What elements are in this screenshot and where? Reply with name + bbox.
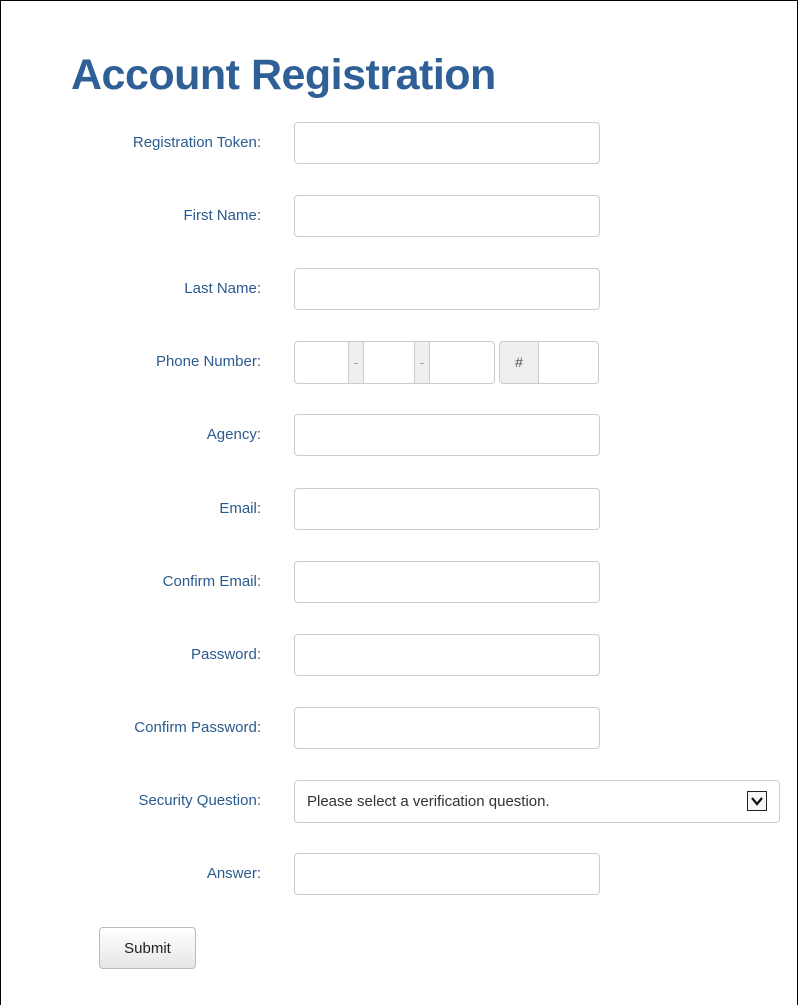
security-question-label: Security Question: xyxy=(138,792,261,809)
page-frame: Account Registration Registration Token:… xyxy=(0,0,798,1005)
security-question-select[interactable]: Please select a verification question. xyxy=(294,780,780,823)
phone-separator: - xyxy=(415,341,429,384)
confirm-password-input[interactable] xyxy=(294,707,600,749)
phone-number-label: Phone Number: xyxy=(155,353,261,370)
confirm-password-label: Confirm Password: xyxy=(134,719,261,736)
phone-prefix-input[interactable] xyxy=(363,341,415,384)
first-name-label: First Name: xyxy=(183,207,261,224)
phone-line-input[interactable] xyxy=(429,341,495,384)
registration-token-input[interactable] xyxy=(294,122,600,164)
last-name-label: Last Name: xyxy=(184,280,261,297)
password-label: Password: xyxy=(190,646,261,663)
chevron-down-icon[interactable] xyxy=(747,791,767,811)
confirm-email-input[interactable] xyxy=(294,561,600,603)
phone-extension-input[interactable] xyxy=(539,341,599,384)
registration-token-label: Registration Token: xyxy=(132,134,261,151)
answer-label: Answer: xyxy=(206,865,261,882)
password-input[interactable] xyxy=(294,634,600,676)
last-name-input[interactable] xyxy=(294,268,600,310)
submit-button[interactable]: Submit xyxy=(99,927,196,969)
answer-input[interactable] xyxy=(294,853,600,895)
extension-hash-addon: # xyxy=(499,341,539,384)
email-label: Email: xyxy=(219,500,261,517)
phone-area-code-input[interactable] xyxy=(294,341,349,384)
page-title: Account Registration xyxy=(71,51,496,99)
first-name-input[interactable] xyxy=(294,195,600,237)
security-question-selected-value: Please select a verification question. xyxy=(307,793,550,810)
confirm-email-label: Confirm Email: xyxy=(162,573,261,590)
phone-separator: - xyxy=(349,341,363,384)
agency-label: Agency: xyxy=(206,426,261,443)
agency-input[interactable] xyxy=(294,414,600,456)
email-input[interactable] xyxy=(294,488,600,530)
